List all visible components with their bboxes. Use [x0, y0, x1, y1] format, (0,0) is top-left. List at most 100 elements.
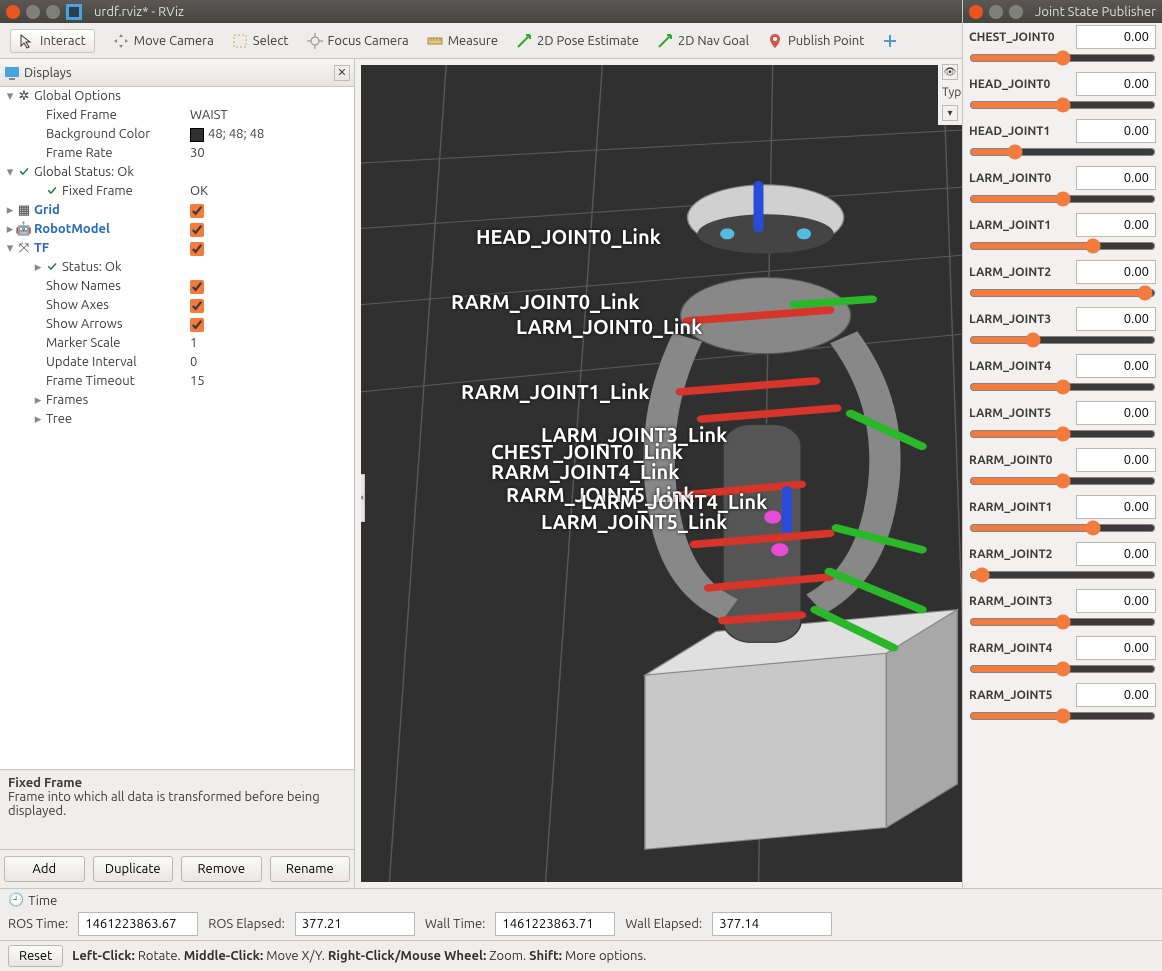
- show-arrows-checkbox[interactable]: [190, 318, 204, 332]
- joint-value-field[interactable]: [1076, 307, 1156, 331]
- joint-slider[interactable]: [969, 566, 1156, 584]
- expand-icon[interactable]: ▸: [4, 220, 16, 239]
- joint-row: RARM_JOINT0: [963, 446, 1162, 493]
- joint-value-field[interactable]: [1076, 260, 1156, 284]
- frame-timeout-label[interactable]: Frame Timeout: [44, 372, 190, 391]
- robotmodel-item[interactable]: RobotModel: [32, 220, 190, 239]
- joint-name: RARM_JOINT2: [969, 548, 1052, 561]
- joint-value-field[interactable]: [1076, 542, 1156, 566]
- close-panel-button[interactable]: ✕: [334, 65, 350, 81]
- joint-value-field[interactable]: [1076, 119, 1156, 143]
- displays-tree[interactable]: ▾✲Global Options Fixed FrameWAIST Backgr…: [0, 87, 354, 769]
- joint-value-field[interactable]: [1076, 213, 1156, 237]
- add-button[interactable]: Add: [4, 856, 85, 882]
- update-interval-label[interactable]: Update Interval: [44, 353, 190, 372]
- joint-slider[interactable]: [969, 143, 1156, 161]
- maximize-icon[interactable]: [46, 5, 60, 19]
- show-arrows-label[interactable]: Show Arrows: [44, 315, 190, 334]
- expand-icon[interactable]: ▾: [4, 163, 16, 182]
- close-icon[interactable]: [6, 5, 20, 19]
- frame-rate-label[interactable]: Frame Rate: [44, 144, 190, 163]
- joint-slider[interactable]: [969, 284, 1156, 302]
- views-icon[interactable]: 👁: [942, 64, 958, 80]
- joint-value-field[interactable]: [1076, 72, 1156, 96]
- reset-button[interactable]: Reset: [8, 945, 63, 967]
- robotmodel-checkbox[interactable]: [190, 223, 204, 237]
- joint-value-field[interactable]: [1076, 401, 1156, 425]
- update-interval-value[interactable]: 0: [190, 353, 350, 372]
- expand-icon[interactable]: ▸: [4, 201, 16, 220]
- measure-button[interactable]: Measure: [427, 33, 498, 49]
- expand-icon[interactable]: ▾: [4, 239, 16, 258]
- joint-value-field[interactable]: [1076, 448, 1156, 472]
- bg-color-value[interactable]: 48; 48; 48: [190, 125, 350, 144]
- joint-slider[interactable]: [969, 472, 1156, 490]
- ros-time-field[interactable]: [78, 912, 198, 936]
- ros-elapsed-field[interactable]: [295, 912, 415, 936]
- joint-value-field[interactable]: [1076, 589, 1156, 613]
- joint-slider[interactable]: [969, 660, 1156, 678]
- expand-icon[interactable]: ▸: [32, 258, 44, 277]
- expand-icon[interactable]: ▸: [32, 391, 44, 410]
- joint-slider[interactable]: [969, 425, 1156, 443]
- global-status-item[interactable]: Global Status: Ok: [32, 163, 190, 182]
- status-fixed-frame-label[interactable]: Fixed Frame: [60, 182, 190, 201]
- marker-scale-label[interactable]: Marker Scale: [44, 334, 190, 353]
- joint-slider[interactable]: [969, 331, 1156, 349]
- interact-button[interactable]: Interact: [10, 29, 95, 53]
- bg-color-label[interactable]: Background Color: [44, 125, 190, 144]
- tf-item[interactable]: TF: [32, 239, 190, 258]
- show-axes-checkbox[interactable]: [190, 299, 204, 313]
- joint-slider[interactable]: [969, 613, 1156, 631]
- expand-views-icon[interactable]: ▾: [942, 105, 958, 121]
- tree-item[interactable]: Tree: [44, 410, 190, 429]
- focus-camera-button[interactable]: Focus Camera: [307, 33, 409, 49]
- joint-slider[interactable]: [969, 96, 1156, 114]
- remove-button[interactable]: Remove: [181, 856, 262, 882]
- joint-slider[interactable]: [969, 519, 1156, 537]
- maximize-icon[interactable]: [1009, 5, 1023, 19]
- duplicate-button[interactable]: Duplicate: [93, 856, 174, 882]
- left-handle[interactable]: ◂: [361, 474, 365, 522]
- show-names-checkbox[interactable]: [190, 280, 204, 294]
- expand-icon[interactable]: ▸: [32, 410, 44, 429]
- pose-estimate-button[interactable]: 2D Pose Estimate: [516, 33, 639, 49]
- frame-timeout-value[interactable]: 15: [190, 372, 350, 391]
- joint-value-field[interactable]: [1076, 495, 1156, 519]
- global-options-item[interactable]: Global Options: [32, 87, 190, 106]
- grid-checkbox[interactable]: [190, 204, 204, 218]
- move-camera-button[interactable]: Move Camera: [113, 33, 214, 49]
- wall-time-field[interactable]: [495, 912, 615, 936]
- show-axes-label[interactable]: Show Axes: [44, 296, 190, 315]
- fixed-frame-label[interactable]: Fixed Frame: [44, 106, 190, 125]
- tf-checkbox[interactable]: [190, 242, 204, 256]
- close-icon[interactable]: [969, 5, 983, 19]
- joint-slider[interactable]: [969, 49, 1156, 67]
- frames-item[interactable]: Frames: [44, 391, 190, 410]
- minimize-icon[interactable]: [26, 5, 40, 19]
- joint-value-field[interactable]: [1076, 166, 1156, 190]
- fixed-frame-value[interactable]: WAIST: [190, 106, 350, 125]
- add-tool-button[interactable]: [882, 33, 898, 49]
- publish-point-button[interactable]: Publish Point: [767, 33, 864, 49]
- tf-status-item[interactable]: Status: Ok: [60, 258, 190, 277]
- joint-slider[interactable]: [969, 378, 1156, 396]
- nav-goal-button[interactable]: 2D Nav Goal: [657, 33, 749, 49]
- show-names-label[interactable]: Show Names: [44, 277, 190, 296]
- select-button[interactable]: Select: [232, 33, 289, 49]
- joint-value-field[interactable]: [1076, 636, 1156, 660]
- joint-slider[interactable]: [969, 190, 1156, 208]
- joint-slider[interactable]: [969, 707, 1156, 725]
- expand-icon[interactable]: ▾: [4, 87, 16, 106]
- joint-slider[interactable]: [969, 237, 1156, 255]
- rename-button[interactable]: Rename: [270, 856, 351, 882]
- joint-value-field[interactable]: [1076, 354, 1156, 378]
- wall-elapsed-field[interactable]: [712, 912, 832, 936]
- minimize-icon[interactable]: [989, 5, 1003, 19]
- grid-item[interactable]: Grid: [32, 201, 190, 220]
- frame-rate-value[interactable]: 30: [190, 144, 350, 163]
- joint-value-field[interactable]: [1076, 683, 1156, 707]
- pin-icon: [767, 33, 783, 49]
- marker-scale-value[interactable]: 1: [190, 334, 350, 353]
- joint-value-field[interactable]: [1076, 25, 1156, 49]
